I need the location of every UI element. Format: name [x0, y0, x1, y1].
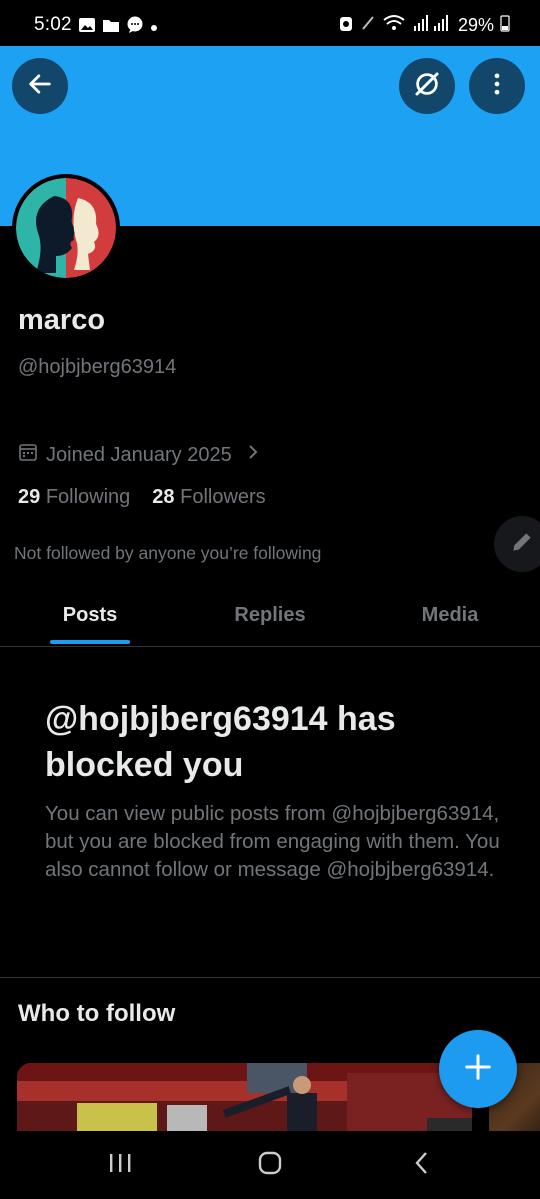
pen-icon: [360, 14, 376, 37]
more-vertical-icon: [483, 70, 511, 103]
status-bar: 5:02 29%: [0, 0, 540, 46]
status-time: 5:02: [34, 14, 72, 35]
joined-date-row[interactable]: Joined January 2025: [18, 442, 260, 468]
avatar-image: [16, 178, 116, 278]
followers-link[interactable]: 28 Followers: [152, 486, 265, 509]
avatar[interactable]: [12, 174, 120, 282]
signal-icon: [412, 14, 452, 37]
arrow-left-icon: [26, 70, 54, 103]
blocked-title: @hojbjberg63914 has blocked you: [45, 700, 396, 784]
section-divider: [0, 977, 540, 978]
tab-replies[interactable]: Replies: [180, 586, 360, 644]
grok-button[interactable]: [399, 58, 455, 114]
home-button[interactable]: [220, 1131, 320, 1199]
not-followed-notice: Not followed by anyone you’re following: [14, 543, 322, 563]
followers-label: Followers: [180, 486, 266, 508]
pencil-icon: [509, 529, 535, 560]
recents-button[interactable]: [70, 1131, 170, 1199]
more-options-button[interactable]: [469, 58, 525, 114]
display-name: marco: [18, 304, 106, 336]
following-link[interactable]: 29 Following: [18, 486, 130, 509]
back-button[interactable]: [12, 58, 68, 114]
following-count: 29: [18, 486, 41, 508]
grok-icon: [412, 69, 442, 104]
recents-icon: [107, 1152, 133, 1179]
chat-icon: [126, 16, 144, 39]
blocked-description: You can view public posts from @hojbjber…: [45, 802, 500, 881]
battery-text: 29%: [457, 15, 494, 35]
chevron-right-icon: [246, 443, 260, 467]
system-navigation-bar: [0, 1131, 540, 1199]
tab-media[interactable]: Media: [360, 586, 540, 644]
alarm-icon: [338, 14, 354, 37]
tab-posts[interactable]: Posts: [0, 586, 180, 644]
system-icons: 29%: [338, 14, 510, 37]
followers-count: 28: [152, 486, 175, 508]
nav-back-icon: [412, 1151, 432, 1180]
calendar-icon: [18, 442, 38, 468]
joined-date-label: Joined January 2025: [46, 443, 232, 466]
dot-icon: [150, 19, 158, 37]
follow-counts: 29 Following 28 Followers: [18, 486, 266, 509]
nav-back-button[interactable]: [372, 1131, 472, 1199]
battery-icon: [500, 14, 510, 37]
following-label: Following: [45, 486, 131, 508]
home-icon: [257, 1151, 283, 1180]
plus-icon: [463, 1052, 493, 1087]
profile-tabs: Posts Replies Media: [0, 586, 540, 647]
username-handle: @hojbjberg63914: [18, 356, 177, 378]
edit-button[interactable]: [494, 516, 540, 572]
gallery-icon: [78, 17, 96, 38]
stadium-photo: [17, 1063, 472, 1135]
who-to-follow-heading: Who to follow: [18, 1000, 176, 1027]
compose-button[interactable]: [439, 1030, 517, 1108]
notification-icons: [78, 16, 158, 39]
wifi-icon: [382, 14, 406, 37]
folder-icon: [102, 17, 120, 38]
active-tab-indicator: [50, 640, 130, 644]
suggestion-card-image[interactable]: [17, 1063, 472, 1135]
